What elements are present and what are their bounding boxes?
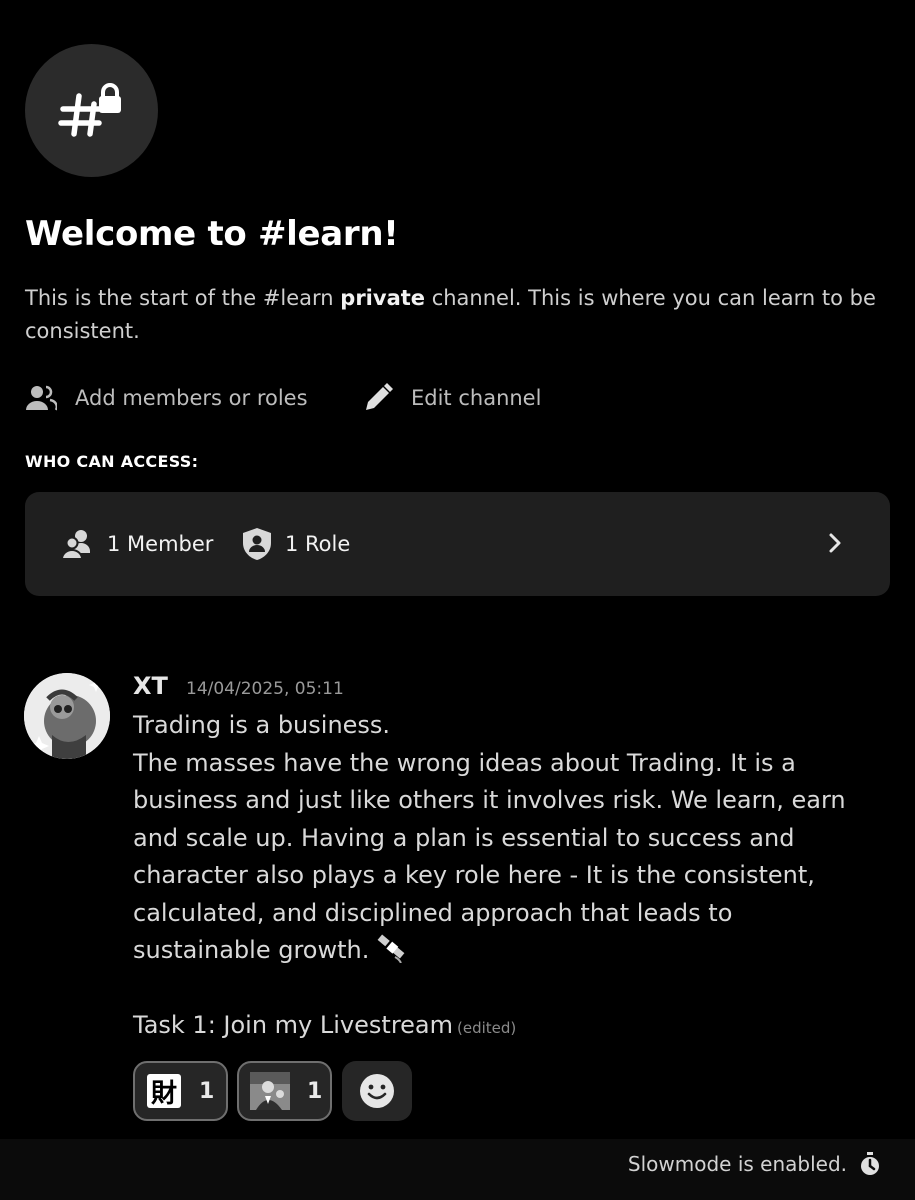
message-author[interactable]: XT — [133, 672, 168, 700]
access-card[interactable]: 1 Member 1 Role — [25, 492, 890, 596]
kanji-emoji-text: 財 — [150, 1078, 177, 1109]
reaction-count: 1 — [199, 1078, 215, 1104]
add-members-icon — [25, 384, 57, 412]
members-count-label: 1 Member — [107, 532, 214, 556]
chevron-right-icon — [820, 528, 850, 558]
members-icon — [61, 529, 95, 559]
description-private-keyword: private — [340, 286, 426, 310]
description-text-start: This is the start of the #learn — [25, 286, 341, 310]
message-timestamp: 14/04/2025, 05:11 — [186, 679, 344, 699]
reaction-button-photo[interactable]: 1 — [237, 1061, 332, 1121]
add-reaction-button[interactable] — [342, 1061, 412, 1121]
task-text: Task 1: Join my Livestream — [133, 1011, 454, 1039]
who-can-access-heading: WHO CAN ACCESS: — [25, 452, 199, 471]
message-body: Trading is a business. The masses have t… — [133, 707, 873, 1048]
slowmode-notice: Slowmode is enabled. — [628, 1152, 881, 1176]
slowmode-text: Slowmode is enabled. — [627, 1152, 847, 1176]
reaction-button-zai[interactable]: 財 1 — [133, 1061, 228, 1121]
kanji-emoji-icon: 財 — [147, 1074, 181, 1109]
channel-hashtag-lock-icon — [25, 44, 158, 177]
edit-channel-button[interactable]: Edit channel — [363, 378, 541, 418]
add-members-label: Add members or roles — [75, 386, 308, 410]
edited-indicator: (edited) — [457, 1019, 517, 1037]
reaction-count: 1 — [307, 1078, 323, 1104]
satellite-emoji-icon — [377, 934, 407, 964]
access-roles: 1 Role — [241, 492, 350, 596]
smiley-icon — [359, 1073, 395, 1109]
stopwatch-icon — [859, 1152, 881, 1176]
edit-channel-label: Edit channel — [411, 386, 542, 410]
role-shield-icon — [241, 527, 273, 561]
message-paragraph: The masses have the wrong ideas about Tr… — [133, 745, 873, 970]
welcome-description: This is the start of the #learn private … — [25, 282, 890, 348]
message-line: Trading is a business. — [133, 711, 391, 739]
roles-count-label: 1 Role — [285, 532, 351, 556]
author-avatar[interactable] — [24, 673, 110, 759]
message-task-line: Task 1: Join my Livestream (edited) — [133, 1007, 873, 1048]
pencil-icon — [363, 383, 393, 413]
person-photo-emoji-icon — [250, 1072, 290, 1110]
access-members: 1 Member — [61, 492, 213, 596]
add-members-button[interactable]: Add members or roles — [25, 378, 308, 418]
message-text: The masses have the wrong ideas about Tr… — [133, 748, 846, 965]
welcome-title: Welcome to #learn! — [25, 214, 399, 254]
